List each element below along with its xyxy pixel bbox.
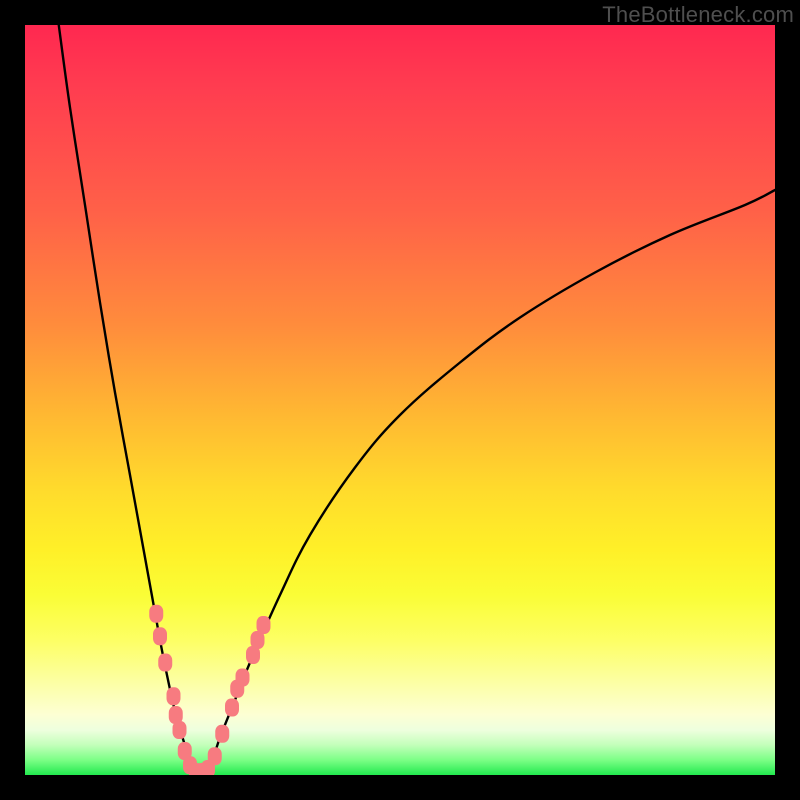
attribution-text: TheBottleneck.com: [602, 2, 794, 28]
gradient-plot-area: [25, 25, 775, 775]
chart-frame: TheBottleneck.com: [0, 0, 800, 800]
